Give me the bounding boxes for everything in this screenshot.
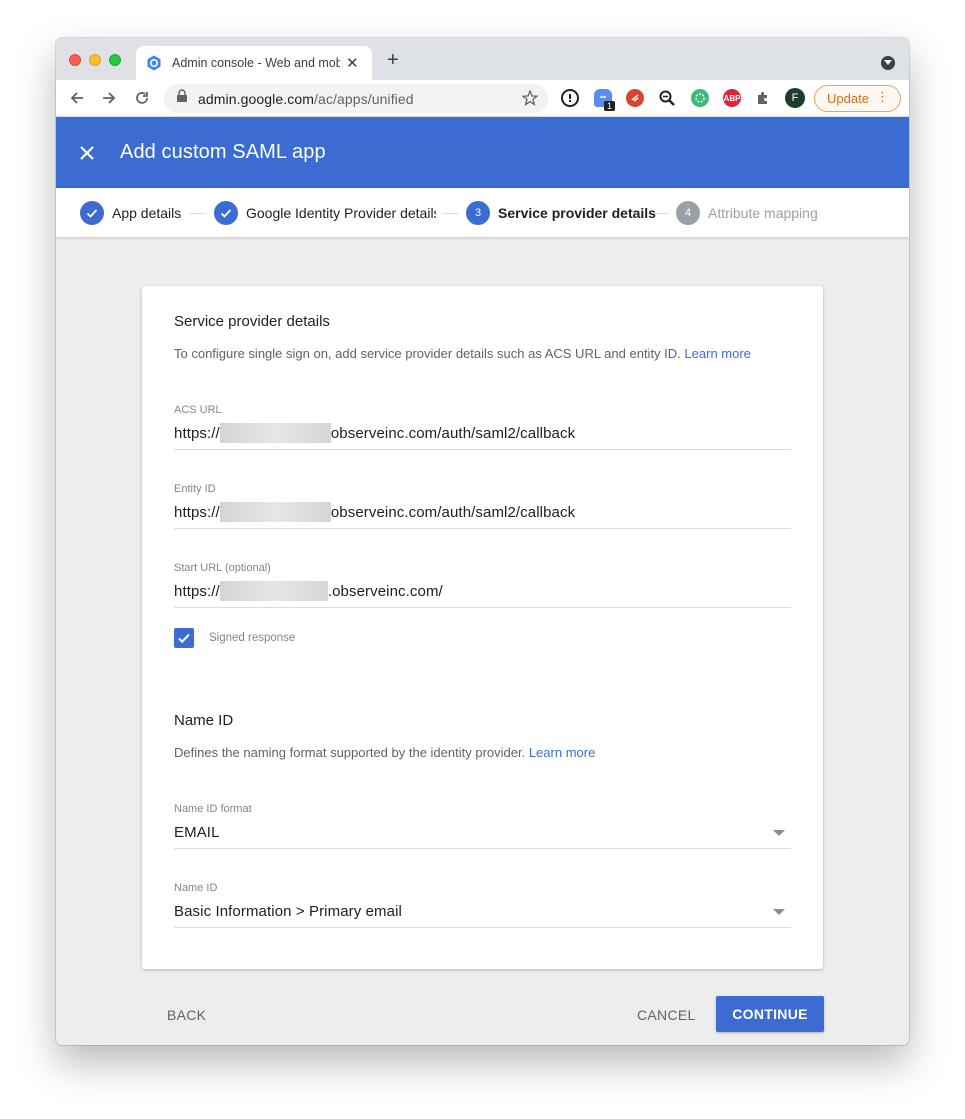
window-zoom-button[interactable] <box>109 54 121 66</box>
extension-badge: 1 <box>604 101 616 111</box>
step-connector <box>442 213 458 214</box>
step-label: Service provider details <box>498 205 656 221</box>
forward-arrow-icon[interactable] <box>100 89 118 107</box>
name-id-description: Defines the naming format supported by t… <box>174 745 596 760</box>
bookmark-star-icon[interactable] <box>521 89 539 106</box>
progress-stepper: App details Google Identity Provider det… <box>56 188 909 237</box>
back-arrow-icon[interactable] <box>68 89 86 107</box>
cancel-button[interactable]: CANCEL <box>637 1007 696 1023</box>
dropdown-arrow-icon <box>773 909 785 915</box>
step-done-check-icon <box>214 201 238 225</box>
field-label: Entity ID <box>174 483 216 495</box>
step-number: 4 <box>676 201 700 225</box>
name-id-field[interactable]: Name ID Basic Information > Primary emai… <box>174 882 791 928</box>
update-label: Update <box>827 91 869 106</box>
learn-more-link[interactable]: Learn more <box>529 745 595 760</box>
acs-url-input[interactable]: https:// observeinc.com/auth/saml2/callb… <box>174 423 791 450</box>
step-label: App details <box>112 205 182 221</box>
signed-response-checkbox[interactable] <box>174 628 194 648</box>
app-header: Add custom SAML app <box>56 117 909 188</box>
field-label: Name ID <box>174 882 218 894</box>
step-idp-details[interactable]: Google Identity Provider details <box>214 201 436 225</box>
browser-tab[interactable]: Admin console - Web and mob ✕ <box>136 46 372 80</box>
adblock-plus-extension-icon[interactable]: ABP <box>723 89 741 107</box>
new-tab-button[interactable]: + <box>387 50 399 70</box>
browser-toolbar: admin.google.com/ac/apps/unified 1 ABP F… <box>56 80 909 117</box>
continue-button[interactable]: CONTINUE <box>716 996 824 1032</box>
signed-response-row: Signed response <box>174 628 295 648</box>
tab-title: Admin console - Web and mob <box>172 56 340 70</box>
profile-avatar[interactable]: F <box>785 88 805 108</box>
step-service-provider-details[interactable]: 3 Service provider details <box>466 201 656 225</box>
lock-icon <box>176 89 188 108</box>
chrome-update-button[interactable]: Update ⋮ <box>814 85 901 112</box>
more-vert-icon: ⋮ <box>876 89 889 104</box>
window-close-button[interactable] <box>69 54 81 66</box>
section-title: Service provider details <box>174 313 330 330</box>
service-provider-card: Service provider details To configure si… <box>142 286 823 969</box>
step-number: 3 <box>466 201 490 225</box>
close-icon[interactable] <box>78 144 96 162</box>
acs-url-field[interactable]: ACS URL https:// observeinc.com/auth/sam… <box>174 404 791 450</box>
learn-more-link[interactable]: Learn more <box>684 346 750 361</box>
wappalyzer-extension-icon[interactable] <box>626 89 644 107</box>
color-wheel-extension-icon[interactable] <box>691 89 709 107</box>
start-url-field[interactable]: Start URL (optional) https:// .observein… <box>174 562 791 608</box>
name-id-format-select[interactable]: EMAIL <box>174 824 791 849</box>
field-label: Start URL (optional) <box>174 562 271 574</box>
redacted-text <box>219 502 331 522</box>
step-label: Google Identity Provider details <box>246 205 436 221</box>
start-url-input[interactable]: https:// .observeinc.com/ <box>174 581 791 608</box>
step-attribute-mapping[interactable]: 4 Attribute mapping <box>676 201 818 225</box>
section-description: To configure single sign on, add service… <box>174 346 751 361</box>
step-connector <box>190 213 206 214</box>
checkbox-label: Signed response <box>209 632 296 644</box>
step-connector <box>653 213 669 214</box>
browser-window: Admin console - Web and mob ✕ + admin.go… <box>56 38 909 1045</box>
redacted-text <box>219 423 331 443</box>
name-id-title: Name ID <box>174 712 234 729</box>
name-id-format-field[interactable]: Name ID format EMAIL <box>174 803 791 849</box>
entity-id-field[interactable]: Entity ID https:// observeinc.com/auth/s… <box>174 483 791 529</box>
admin-console-icon <box>146 55 162 71</box>
step-app-details[interactable]: App details <box>80 201 181 225</box>
step-label: Attribute mapping <box>708 205 818 221</box>
reload-icon[interactable] <box>133 89 151 107</box>
info-extension-icon[interactable] <box>561 89 579 107</box>
name-id-select[interactable]: Basic Information > Primary email <box>174 903 791 928</box>
field-label: Name ID format <box>174 803 252 815</box>
page-title: Add custom SAML app <box>120 141 326 163</box>
step-done-check-icon <box>80 201 104 225</box>
window-minimize-button[interactable] <box>89 54 101 66</box>
back-button[interactable]: BACK <box>167 1007 206 1023</box>
zoom-out-extension-icon[interactable] <box>658 89 676 107</box>
redacted-text <box>219 581 328 601</box>
extensions-puzzle-icon[interactable] <box>754 89 772 107</box>
address-bar[interactable]: admin.google.com/ac/apps/unified <box>164 84 548 113</box>
tab-search-icon[interactable] <box>881 56 895 70</box>
field-label: ACS URL <box>174 404 222 416</box>
entity-id-input[interactable]: https:// observeinc.com/auth/saml2/callb… <box>174 502 791 529</box>
tab-strip: Admin console - Web and mob ✕ + <box>56 38 909 80</box>
url-text: admin.google.com/ac/apps/unified <box>198 90 414 107</box>
dropdown-arrow-icon <box>773 830 785 836</box>
tab-close-icon[interactable]: ✕ <box>346 56 359 71</box>
